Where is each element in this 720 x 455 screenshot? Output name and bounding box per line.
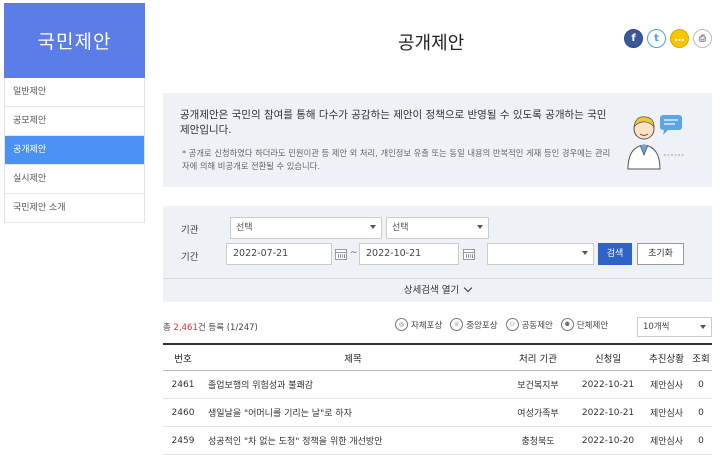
org-select-secondary-value: 선택 (392, 223, 409, 233)
info-box: 공개제안은 국민의 참여를 통해 다수가 공감하는 제안이 정책으로 반영될 수… (163, 93, 712, 187)
header-title: 제목 (344, 353, 362, 365)
row-date: 2022-10-21 (581, 407, 635, 418)
row-title-link[interactable]: 졸업보행의 위험성과 불쾌감 (203, 371, 503, 398)
row-no: 2460 (171, 407, 195, 418)
sidebar-nav: 일반제안 공모제안 공개제안 실시제안 국민제안 소개 (4, 78, 145, 223)
table-row[interactable]: 2461 졸업보행의 위험성과 불쾌감 보건복지부 2022-10-21 제안심… (163, 371, 712, 399)
header-views: 조회 (692, 353, 710, 365)
sidebar-item-implemented[interactable]: 실시제안 (5, 165, 144, 194)
filter-joint-proposal-label: 공동제안 (521, 320, 553, 331)
calendar-icon[interactable] (463, 249, 475, 260)
filter-group-proposal-label: 단체제안 (576, 320, 609, 331)
proposal-table: 번호 제목 처리 기관 신청일 추진상황 조회 2461 졸업보행의 위험성과 … (163, 343, 712, 455)
chevron-down-icon (370, 225, 376, 229)
date-to-input[interactable]: 2022-10-21 (359, 243, 459, 265)
filter-self-award-label: 자체포상 (411, 320, 443, 331)
header-no: 번호 (174, 353, 192, 365)
filter-central-award-label: 중앙포상 (466, 320, 498, 331)
row-views: 0 (698, 435, 704, 446)
per-page-value: 10개씩 (643, 322, 670, 332)
extra-select[interactable] (487, 243, 594, 265)
info-note: * 공개로 신청하였다 하더라도 민원이관 등 제안 외 처리, 개인정보 유출… (182, 148, 611, 171)
row-no: 2461 (171, 379, 195, 390)
person-illustration-icon (627, 115, 684, 170)
chevron-down-icon (477, 225, 483, 229)
row-org: 충청북도 (521, 437, 555, 447)
table-row[interactable]: 2460 생일날을 "어머니를 기리는 날"로 하자 여성가족부 2022-10… (163, 399, 712, 427)
row-status: 제안심사 (649, 437, 684, 447)
advanced-search-label: 상세검색 열기 (403, 285, 460, 296)
header-org: 처리 기관 (519, 353, 557, 365)
date-separator: ~ (350, 248, 358, 258)
row-views: 0 (698, 407, 704, 418)
facebook-icon[interactable]: f (624, 29, 643, 48)
per-page-select[interactable]: 10개씩 (637, 317, 712, 337)
org-label: 기관 (181, 225, 199, 236)
info-description: 공개제안은 국민의 참여를 통해 다수가 공감하는 제안이 정책으로 반영될 수… (180, 109, 607, 136)
medal-icon: ◎ (395, 318, 408, 331)
filter-joint-proposal[interactable]: ⚇ 공동제안 (505, 318, 553, 331)
sidebar-item-general[interactable]: 일반제안 (5, 78, 144, 107)
org-select-primary[interactable]: 선택 (230, 217, 382, 239)
calendar-icon[interactable] (335, 249, 347, 260)
row-status: 제안심사 (649, 409, 684, 419)
row-no: 2459 (171, 435, 195, 446)
sidebar-item-about[interactable]: 국민제안 소개 (5, 194, 144, 223)
row-title-link[interactable]: 성공적인 "차 없는 도청" 정책을 위한 개선방안 (203, 427, 503, 454)
header-status: 추진상황 (649, 353, 684, 365)
social-share: f t … ⎙ (624, 29, 712, 48)
chevron-down-icon (700, 325, 706, 329)
twitter-icon[interactable]: t (647, 29, 666, 48)
row-views: 0 (698, 379, 704, 390)
row-date: 2022-10-21 (581, 379, 635, 390)
reset-button[interactable]: 초기화 (637, 243, 684, 265)
result-count-prefix: 총 (163, 323, 174, 333)
table-row[interactable]: 2459 성공적인 "차 없는 도청" 정책을 위한 개선방안 충청북도 202… (163, 427, 712, 455)
sidebar-item-contest[interactable]: 공모제안 (5, 107, 144, 136)
row-org: 보건복지부 (517, 381, 559, 391)
table-header: 번호 제목 처리 기관 신청일 추진상황 조회 (163, 343, 712, 371)
search-button[interactable]: 검색 (598, 243, 632, 265)
period-label: 기간 (181, 252, 199, 263)
search-panel: 기관 선택 선택 기간 2022-07-21 ~ 2022-10-21 검색 초… (163, 206, 712, 302)
sidebar-item-public[interactable]: 공개제안 (5, 136, 144, 165)
row-title-link[interactable]: 생일날을 "어머니를 기리는 날"로 하자 (203, 399, 503, 426)
org-select-secondary[interactable]: 선택 (386, 217, 489, 239)
sidebar: 국민제안 일반제안 공모제안 공개제안 실시제안 국민제안 소개 (4, 3, 145, 455)
header-date: 신청일 (594, 353, 622, 365)
org-select-primary-value: 선택 (236, 223, 253, 233)
filter-central-award[interactable]: ♕ 중앙포상 (450, 318, 498, 331)
trophy-icon: ♕ (450, 318, 464, 331)
group-icon: ⚉ (560, 318, 574, 331)
page-title: 공개제안 (398, 33, 465, 54)
result-count-total: 2,461 (173, 323, 198, 333)
kakaostory-icon[interactable]: … (670, 29, 689, 48)
filter-self-award[interactable]: ◎ 자체포상 (395, 318, 442, 331)
row-date: 2022-10-20 (581, 435, 635, 446)
result-count-suffix: 건 등록 (1/247) (197, 323, 258, 333)
advanced-search-toggle[interactable]: 상세검색 열기 (163, 278, 712, 302)
result-count: 총 2,461건 등록 (1/247) (163, 321, 258, 333)
print-icon[interactable]: ⎙ (693, 29, 712, 48)
chevron-down-icon (582, 251, 588, 255)
people-icon: ⚇ (505, 318, 519, 331)
row-org: 여성가족부 (517, 409, 559, 419)
filter-group-proposal[interactable]: ⚉ 단체제안 (560, 318, 609, 331)
chevron-down-icon (463, 283, 473, 293)
filter-badges: ◎ 자체포상 ♕ 중앙포상 ⚇ 공동제안 ⚉ 단체제안 (395, 318, 608, 331)
row-status: 제안심사 (649, 381, 684, 391)
brand-logo[interactable]: 국민제안 (4, 3, 145, 78)
date-from-input[interactable]: 2022-07-21 (226, 243, 332, 265)
